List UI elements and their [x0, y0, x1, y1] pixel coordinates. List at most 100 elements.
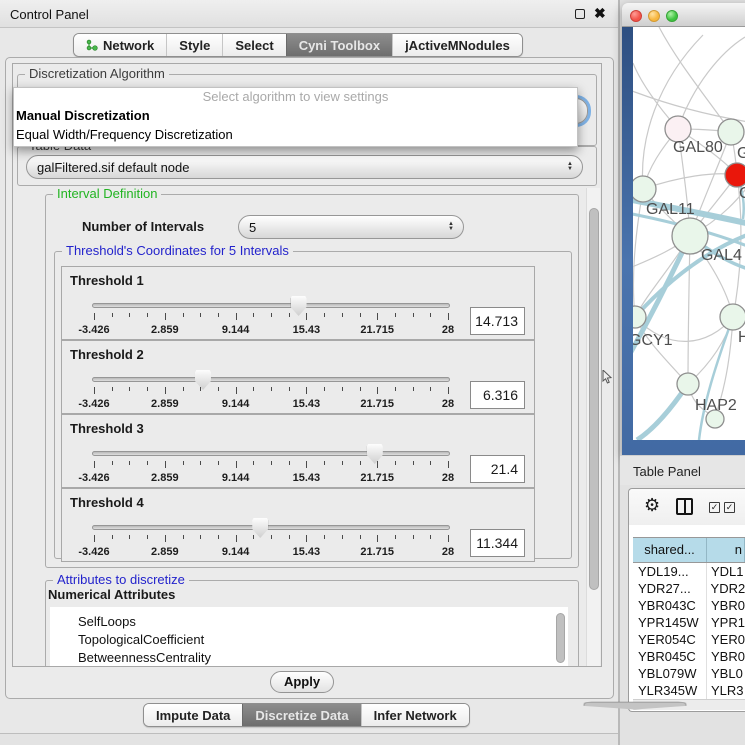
table-row[interactable]: YPR145WYPR1: [633, 614, 745, 631]
table-panel-title: Table Panel: [633, 464, 701, 479]
network-edge[interactable]: [633, 189, 643, 317]
mac-close-button[interactable]: [630, 10, 642, 22]
tab-infer-network[interactable]: Infer Network: [361, 704, 469, 726]
threshold-slider[interactable]: -3.4262.8599.14415.4321.71528: [92, 441, 450, 487]
slider-ticks: [94, 387, 448, 396]
tab-style[interactable]: Style: [166, 34, 222, 56]
thresholds-group: Threshold's Coordinates for 5 Intervals …: [54, 251, 572, 559]
network-node-label: HAP2: [695, 397, 737, 414]
close-panel-icon[interactable]: ✖: [594, 5, 606, 22]
network-node-label: GAL11: [646, 201, 695, 218]
slider-tick-labels: -3.4262.8599.14415.4321.71528: [94, 324, 448, 336]
tab-select[interactable]: Select: [222, 34, 285, 56]
control-panel-titlebar: Control Panel ✖: [0, 0, 620, 28]
select-none-checkbox-icon[interactable]: ✓: [724, 502, 735, 513]
threshold-label: Threshold 2: [70, 347, 144, 362]
attributes-list-scrollbar[interactable]: [556, 613, 565, 663]
network-window-titlebar[interactable]: [622, 3, 745, 27]
table-rows: YDL19...YDL1YDR27...YDR2YBR043CYBR0YPR14…: [633, 563, 745, 699]
threshold-value-box[interactable]: 11.344: [470, 529, 525, 557]
network-edge[interactable]: [688, 236, 690, 384]
tab-discretize-data[interactable]: Discretize Data: [242, 704, 360, 726]
settings-scrollbar-track[interactable]: [586, 188, 600, 667]
settings-scrollbar-thumb[interactable]: [589, 208, 599, 590]
attributes-group-title: Attributes to discretize: [53, 572, 189, 587]
panel-bottom-edge: [0, 733, 619, 745]
table-row[interactable]: YDR27...YDR2: [633, 580, 745, 597]
network-node-label: H: [738, 329, 745, 346]
threshold-panel: Threshold 2 -3.4262.8599.14415.4321.7152…: [61, 340, 535, 414]
table-header-row: shared... n: [633, 537, 745, 563]
spinner-arrows-icon: ▲▼: [567, 162, 573, 172]
threshold-panel: Threshold 3 -3.4262.8599.14415.4321.7152…: [61, 414, 535, 488]
slider-track[interactable]: [92, 525, 450, 530]
network-node[interactable]: [720, 304, 745, 330]
table-hscrollbar[interactable]: [633, 699, 745, 710]
number-of-intervals-value: 5: [249, 220, 256, 235]
gear-icon[interactable]: ⚙: [644, 495, 660, 516]
network-window: GAL80GACGAL11GAL4GCY1HHAP2: [622, 3, 745, 455]
threshold-slider[interactable]: -3.4262.8599.14415.4321.71528: [92, 367, 450, 413]
tab-impute-data[interactable]: Impute Data: [144, 704, 242, 726]
select-all-checkbox-icon[interactable]: ✓: [709, 502, 720, 513]
dropdown-item-equal-width[interactable]: Equal Width/Frequency Discretization: [14, 125, 577, 144]
table-row[interactable]: YLR345WYLR3: [633, 682, 745, 699]
network-node-label: GCY1: [633, 332, 673, 349]
threshold-value-box[interactable]: 21.4: [470, 455, 525, 483]
table-row[interactable]: YER054CYER0: [633, 631, 745, 648]
number-of-intervals-combobox[interactable]: 5 ▲▼: [238, 215, 464, 239]
numerical-attributes-label: Numerical Attributes: [48, 587, 175, 602]
slider-track[interactable]: [92, 451, 450, 456]
slider-tick-labels: -3.4262.8599.14415.4321.71528: [94, 472, 448, 484]
table-row[interactable]: YBR043CYBR0: [633, 597, 745, 614]
mac-minimize-button[interactable]: [648, 10, 660, 22]
tab-network[interactable]: Network: [74, 34, 166, 56]
float-panel-icon[interactable]: [575, 9, 585, 19]
mouse-cursor: [602, 370, 613, 385]
threshold-slider[interactable]: -3.4262.8599.14415.4321.71528: [92, 293, 450, 339]
attributes-group: Attributes to discretize Numerical Attri…: [45, 580, 579, 667]
apply-button[interactable]: Apply: [270, 671, 334, 693]
slider-ticks: [94, 313, 448, 322]
slider-ticks: [94, 461, 448, 470]
network-node[interactable]: [725, 163, 745, 187]
threshold-value-box[interactable]: 6.316: [470, 381, 525, 409]
network-edge[interactable]: [643, 174, 737, 189]
split-columns-icon[interactable]: [676, 498, 693, 515]
network-node[interactable]: [633, 176, 656, 202]
network-node[interactable]: [677, 373, 699, 395]
table-row[interactable]: YDL19...YDL1: [633, 563, 745, 580]
network-canvas[interactable]: GAL80GACGAL11GAL4GCY1HHAP2: [633, 27, 745, 440]
slider-ticks: [94, 535, 448, 544]
column-header-shared[interactable]: shared...: [633, 538, 707, 562]
attribute-item[interactable]: BetweennessCentrality: [50, 649, 568, 667]
table-row[interactable]: YBL079WYBL0: [633, 665, 745, 682]
thresholds-group-title: Threshold's Coordinates for 5 Intervals: [62, 243, 293, 258]
threshold-value-box[interactable]: 14.713: [470, 307, 525, 335]
slider-track[interactable]: [92, 377, 450, 382]
table-data-combobox[interactable]: galFiltered.sif default node ▲▼: [26, 155, 583, 179]
cyni-toolbox-panel: Discretization Algorithm Table Data galF…: [5, 57, 614, 699]
table-hscrollbar-thumb[interactable]: [584, 702, 687, 710]
attribute-item[interactable]: SelfLoops: [50, 613, 568, 631]
column-header-name[interactable]: n: [707, 538, 745, 562]
network-node-label: GA: [737, 145, 745, 162]
top-tab-bar: Network Style Select Cyni Toolbox jActiv…: [73, 33, 523, 57]
slider-track[interactable]: [92, 303, 450, 308]
threshold-label: Threshold 4: [70, 495, 144, 510]
threshold-label: Threshold 3: [70, 421, 144, 436]
slider-tick-labels: -3.4262.8599.14415.4321.71528: [94, 398, 448, 410]
algorithm-dropdown-popup: Select algorithm to view settings Manual…: [13, 87, 578, 147]
attribute-item[interactable]: TopologicalCoefficient: [50, 631, 568, 649]
network-node-label: GAL80: [673, 139, 723, 156]
network-node-label: C: [739, 185, 745, 202]
mac-zoom-button[interactable]: [666, 10, 678, 22]
bottom-tab-bar: Impute Data Discretize Data Infer Networ…: [143, 703, 470, 727]
tab-cyni-toolbox[interactable]: Cyni Toolbox: [286, 34, 392, 56]
threshold-slider[interactable]: -3.4262.8599.14415.4321.71528: [92, 515, 450, 561]
dropdown-item-manual[interactable]: Manual Discretization: [14, 106, 577, 125]
numerical-attributes-list[interactable]: SelfLoopsTopologicalCoefficientBetweenne…: [50, 607, 568, 667]
tab-jactivemnodules[interactable]: jActiveMNodules: [392, 34, 522, 56]
table-row[interactable]: YBR045CYBR0: [633, 648, 745, 665]
table-window: ⚙ ✓ ✓ shared... n YDL19...YDL1YDR27...YD…: [628, 488, 745, 712]
